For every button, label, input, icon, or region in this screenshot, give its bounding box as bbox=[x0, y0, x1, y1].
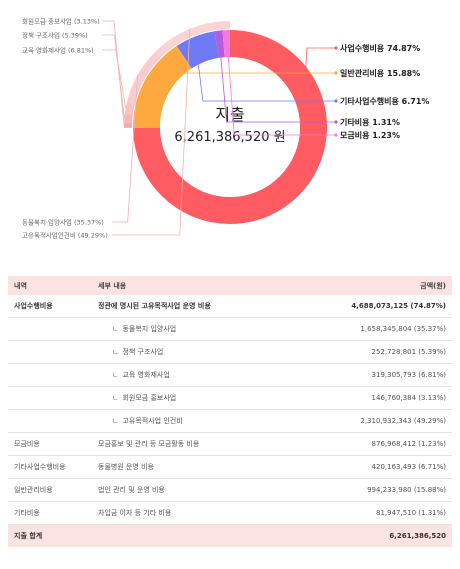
sub-slice-3[interactable] bbox=[124, 113, 133, 123]
leader-dot-0 bbox=[334, 46, 338, 50]
row-category bbox=[8, 386, 92, 410]
slice-label-0: 사업수행비용 74.87% bbox=[340, 43, 420, 53]
total-label: 지출 합계 bbox=[8, 524, 92, 547]
row-category bbox=[8, 363, 92, 387]
table-row: ㄴ 동물복지 입양사업 1,658,345,804 (35.37%) bbox=[8, 317, 452, 341]
sub-arrow-icon: ㄴ bbox=[112, 325, 119, 333]
table-row: 기타사업수행비용 동물병원 운영 비용 420,163,493 (6.71%) bbox=[8, 455, 452, 479]
row-detail: ㄴ 정책 구조사업 bbox=[92, 340, 287, 364]
row-category bbox=[8, 340, 92, 364]
row-category bbox=[8, 409, 92, 433]
row-amount: 420,163,493 (6.71%) bbox=[286, 455, 452, 479]
header-detail: 세부 내용 bbox=[92, 276, 287, 295]
sub-slice-2[interactable] bbox=[124, 102, 135, 115]
row-detail: 동물병원 운영 비용 bbox=[92, 455, 287, 479]
row-amount: 994,233,980 (15.88%) bbox=[286, 478, 452, 502]
total-spacer bbox=[92, 524, 287, 547]
row-detail: 정관에 명시된 고유목적사업 운영 비용 bbox=[92, 295, 287, 318]
sub-arrow-icon: ㄴ bbox=[112, 394, 119, 402]
row-category: 기타사업수행비용 bbox=[8, 455, 92, 479]
table-row: ㄴ 고유목적사업 인건비 2,310,932,343 (49.29%) bbox=[8, 409, 452, 433]
row-category: 사업수행비용 bbox=[8, 295, 92, 318]
total-row: 지출 합계 6,261,386,520 bbox=[8, 524, 452, 547]
sub-arrow-icon: ㄴ bbox=[112, 371, 119, 379]
slice-label-2: 기타사업수행비용 6.71% bbox=[340, 96, 429, 106]
row-detail: 법인 관리 및 운영 비용 bbox=[92, 478, 287, 502]
row-detail: ㄴ 고유목적사업 인건비 bbox=[92, 409, 287, 433]
table-row: ㄴ 교육 영화제사업 319,305,793 (6.81%) bbox=[8, 363, 452, 387]
sub-arrow-icon: ㄴ bbox=[112, 417, 119, 425]
sub-label-2: 교육·영화제사업 (6.81%) bbox=[22, 46, 94, 55]
row-amount: 2,310,932,343 (49.29%) bbox=[286, 409, 452, 433]
leader-dot-2 bbox=[334, 99, 338, 103]
sub-label-3: 정책·구조사업 (5.39%) bbox=[22, 31, 88, 40]
slice-label-1: 일반관리비용 15.88% bbox=[340, 68, 420, 78]
expense-donut-chart: 지출 6,261,386,520 원 사업수행비용 74.87% 일반관리비용 1… bbox=[22, 17, 429, 240]
table-row: 일반관리비용 법인 관리 및 운영 비용 994,233,980 (15.88%) bbox=[8, 478, 452, 502]
row-amount: 252,728,801 (5.39%) bbox=[286, 340, 452, 364]
leader-dot-3 bbox=[334, 120, 338, 124]
row-amount: 876,968,412 (1.23%) bbox=[286, 432, 452, 456]
leader-dot-1 bbox=[334, 71, 338, 75]
sub-label-4: 회원모금·홍보사업 (3.13%) bbox=[22, 17, 100, 26]
row-amount: 81,947,510 (1.31%) bbox=[286, 501, 452, 525]
row-category: 기타비용 bbox=[8, 501, 92, 525]
leader-dot-4 bbox=[334, 133, 338, 137]
row-amount: 1,658,345,804 (35.37%) bbox=[286, 317, 452, 341]
row-amount: 4,688,073,125 (74.87%) bbox=[286, 295, 452, 318]
row-detail: ㄴ 회원모금 홍보사업 bbox=[92, 386, 287, 410]
row-detail: 모금홍보 및 관리 등 모금활동 비용 bbox=[92, 432, 287, 456]
row-detail: ㄴ 동물복지 입양사업 bbox=[92, 317, 287, 341]
table-row: 사업수행비용 정관에 명시된 고유목적사업 운영 비용 4,688,073,125 … bbox=[8, 295, 452, 318]
header-category: 내역 bbox=[8, 276, 92, 295]
sub-slice-4[interactable] bbox=[124, 122, 133, 128]
total-amount: 6,261,386,520 bbox=[286, 524, 452, 547]
expense-table: 내역 세부 내용 금액(원) 사업수행비용 정관에 명시된 고유목적사업 운영 비… bbox=[8, 276, 452, 547]
slice-label-4: 모금비용 1.23% bbox=[340, 130, 400, 140]
sub-leader-4 bbox=[102, 20, 125, 126]
row-amount: 319,305,793 (6.81%) bbox=[286, 363, 452, 387]
sub-label-1: 동물복지·입양사업 (35.37%) bbox=[22, 218, 104, 227]
center-value: 6,261,386,520 원 bbox=[174, 130, 285, 145]
row-category bbox=[8, 317, 92, 341]
sub-label-0: 고유목적사업인건비 (49.29%) bbox=[22, 231, 108, 240]
sub-leader-3 bbox=[102, 34, 125, 119]
row-category: 일반관리비용 bbox=[8, 478, 92, 502]
row-detail: 차입금 이자 등 기타 비용 bbox=[92, 501, 287, 525]
table-row: 기타비용 차입금 이자 등 기타 비용 81,947,510 (1.31%) bbox=[8, 501, 452, 525]
header-amount: 금액(원) bbox=[286, 276, 452, 295]
center-title: 지출 bbox=[215, 105, 244, 124]
table-row: 모금비용 모금홍보 및 관리 등 모금활동 비용 876,968,412 (1.23… bbox=[8, 432, 452, 456]
table-row: ㄴ 정책 구조사업 252,728,801 (5.39%) bbox=[8, 340, 452, 364]
row-detail: ㄴ 교육 영화제사업 bbox=[92, 363, 287, 387]
table-header: 내역 세부 내용 금액(원) bbox=[8, 276, 452, 295]
slice-label-3: 기타비용 1.31% bbox=[340, 117, 400, 127]
table-row: ㄴ 회원모금 홍보사업 146,760,384 (3.13%) bbox=[8, 386, 452, 410]
sub-arrow-icon: ㄴ bbox=[112, 348, 119, 356]
row-amount: 146,760,384 (3.13%) bbox=[286, 386, 452, 410]
row-category: 모금비용 bbox=[8, 432, 92, 456]
